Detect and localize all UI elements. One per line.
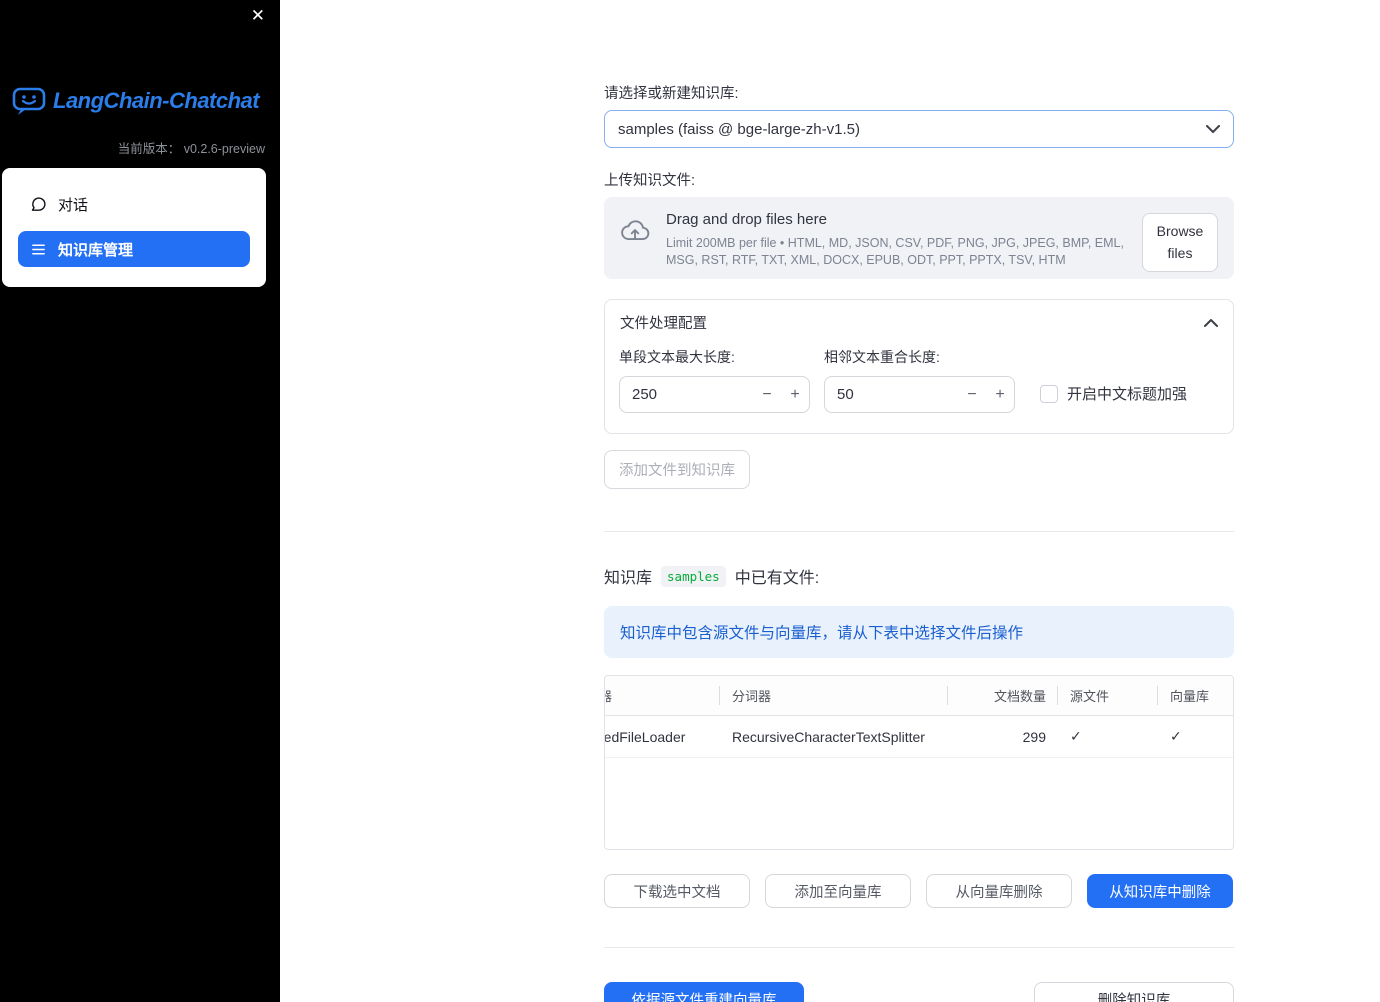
sidebar-nav: 对话 知识库管理: [2, 168, 266, 287]
dropzone-text-block: Drag and drop files here Limit 200MB per…: [666, 211, 1126, 269]
max-length-input-wrap: − +: [619, 376, 810, 413]
logo-text: LangChain-Chatchat: [53, 88, 260, 113]
kb-select-label: 请选择或新建知识库:: [604, 86, 739, 102]
delete-kb-button[interactable]: 删除知识库: [1034, 982, 1234, 1002]
minus-stepper[interactable]: −: [958, 386, 986, 404]
close-icon[interactable]: ✕: [251, 7, 265, 24]
expander-header[interactable]: 文件处理配置: [605, 300, 1233, 343]
column-header-source-file: 源文件: [1058, 676, 1158, 715]
logo-chat-icon: [12, 86, 46, 116]
upload-label: 上传知识文件:: [604, 173, 696, 189]
minus-stepper[interactable]: −: [753, 386, 781, 404]
delete-from-vector-store-button[interactable]: 从向量库删除: [926, 874, 1072, 908]
main-content: 请选择或新建知识库: samples (faiss @ bge-large-zh…: [604, 0, 1234, 1002]
column-header-vector-store: 向量库: [1170, 689, 1210, 704]
files-table: 器 分词器 文档数量 源文件 向量库 redFileLoader Recursi…: [604, 675, 1234, 850]
title-enhance-checkbox[interactable]: [1040, 384, 1058, 403]
plus-stepper[interactable]: +: [781, 386, 809, 404]
table-row[interactable]: redFileLoader RecursiveCharacterTextSpli…: [605, 716, 1233, 758]
column-header-doc-count: 文档数量: [948, 676, 1058, 715]
expander-body: 单段文本最大长度: − + 相邻文本重合长度: − + 开启中文标题加强: [605, 343, 1233, 433]
file-dropzone[interactable]: Drag and drop files here Limit 200MB per…: [604, 197, 1234, 279]
sidebar-item-knowledge-base[interactable]: 知识库管理: [18, 231, 250, 267]
add-to-vector-store-button[interactable]: 添加至向量库: [765, 874, 911, 908]
column-header-splitter: 分词器: [720, 676, 948, 715]
max-length-field: 单段文本最大长度: − +: [619, 347, 810, 413]
title-enhance-row: 开启中文标题加强: [1040, 383, 1187, 404]
dropzone-limit-text: Limit 200MB per file • HTML, MD, JSON, C…: [666, 236, 1124, 267]
cloud-upload-icon: [620, 219, 650, 249]
cell-vector-check: ✓: [1170, 728, 1182, 744]
cell-loader: redFileLoader: [605, 728, 686, 745]
dropzone-instruction: Drag and drop files here: [666, 211, 827, 228]
overlap-input-wrap: − +: [824, 376, 1015, 413]
table-header-row: 器 分词器 文档数量 源文件 向量库: [605, 676, 1233, 716]
sidebar-item-label: 知识库管理: [58, 241, 134, 259]
app-logo: LangChain-Chatchat: [12, 86, 260, 116]
file-config-expander: 文件处理配置 单段文本最大长度: − + 相邻文本重合长度: − +: [604, 299, 1234, 434]
cell-splitter: RecursiveCharacterTextSplitter: [732, 728, 925, 745]
title-enhance-label: 开启中文标题加强: [1067, 386, 1188, 403]
overlap-field: 相邻文本重合长度: − +: [824, 347, 1015, 413]
divider: [604, 947, 1234, 948]
kb-management-row: 依据源文件重建向量库 删除知识库: [604, 982, 1234, 1002]
expander-title: 文件处理配置: [620, 316, 707, 332]
existing-prefix: 知识库: [604, 570, 653, 587]
version-label: 当前版本： v0.2.6-preview: [117, 142, 265, 156]
sidebar-item-label: 对话: [58, 196, 89, 214]
rebuild-vector-store-button[interactable]: 依据源文件重建向量库: [604, 982, 804, 1002]
chat-bubble-icon: [30, 196, 47, 213]
plus-stepper[interactable]: +: [986, 386, 1014, 404]
add-files-button[interactable]: 添加文件到知识库: [604, 450, 750, 489]
existing-suffix: 中已有文件:: [734, 570, 820, 587]
existing-files-heading: 知识库 samples 中已有文件:: [604, 564, 1234, 588]
browse-files-button[interactable]: Browse files: [1142, 213, 1218, 273]
sidebar-item-chat[interactable]: 对话: [18, 186, 250, 222]
info-banner: 知识库中包含源文件与向量库，请从下表中选择文件后操作: [604, 606, 1234, 658]
kb-select[interactable]: samples (faiss @ bge-large-zh-v1.5): [604, 110, 1234, 148]
chevron-down-icon: [1206, 125, 1220, 133]
max-length-input[interactable]: [620, 386, 753, 403]
chevron-up-icon: [1204, 318, 1218, 327]
download-selected-button[interactable]: 下载选中文档: [604, 874, 750, 908]
sidebar: ✕ LangChain-Chatchat 当前版本： v0.2.6-previe…: [0, 0, 280, 1002]
kb-select-value: samples (faiss @ bge-large-zh-v1.5): [618, 120, 860, 138]
kb-name-code: samples: [661, 565, 726, 587]
divider: [604, 531, 1234, 532]
file-actions-row: 下载选中文档 添加至向量库 从向量库删除 从知识库中删除: [604, 874, 1234, 908]
overlap-input[interactable]: [825, 386, 958, 403]
delete-from-kb-button[interactable]: 从知识库中删除: [1087, 874, 1233, 908]
cell-source-check: ✓: [1070, 728, 1082, 744]
max-length-label: 单段文本最大长度:: [619, 349, 735, 365]
list-icon: [30, 241, 47, 258]
column-header-loader: 器: [605, 676, 720, 715]
cell-doc-count: 299: [1022, 728, 1046, 745]
overlap-label: 相邻文本重合长度:: [824, 349, 940, 365]
